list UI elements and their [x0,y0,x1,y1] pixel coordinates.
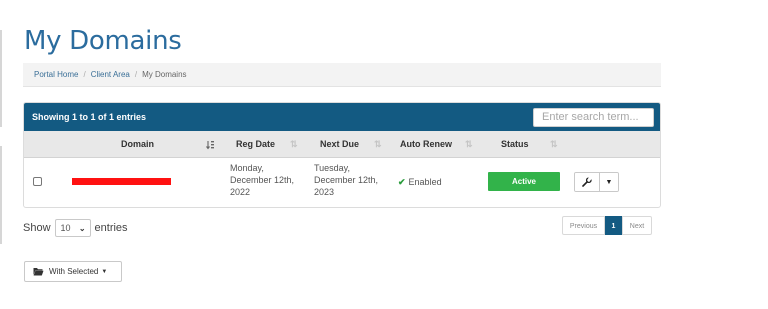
breadcrumb-separator: / [83,70,86,79]
pagination: Previous 1 Next [562,216,652,235]
check-icon: ✔ [398,177,406,187]
table-column-headers: Domain Reg Date ⇅ Next Due ⇅ Auto Renew … [24,131,660,158]
table-row[interactable]: Monday, December 12th, 2022 Tuesday, Dec… [24,158,660,206]
column-header-status[interactable]: Status [501,131,529,157]
breadcrumb: Portal Home / Client Area / My Domains [23,63,661,87]
breadcrumb-separator: / [134,70,138,79]
next-due-line: December 12th, [314,175,379,185]
next-due-cell: Tuesday, December 12th, 2023 [314,162,384,198]
sort-alpha-asc-icon[interactable] [206,131,215,157]
entries-per-page-select[interactable]: 10 ⌄ [54,219,91,237]
manage-domain-button[interactable] [575,173,600,191]
reg-date-line: Monday, [230,163,264,173]
row-actions-dropdown-button[interactable]: ▼ [600,173,618,191]
breadcrumb-client-area[interactable]: Client Area [91,70,130,79]
column-header-next-due[interactable]: Next Due [320,131,359,157]
caret-down-icon: ▼ [605,178,613,186]
column-header-domain[interactable]: Domain [121,131,154,157]
sort-icon[interactable]: ⇅ [550,131,558,157]
page-title: My Domains [24,26,182,56]
reg-date-line: December 12th, [230,175,295,185]
length-menu-prefix: Show [23,222,51,234]
length-menu: Show 10 ⌄ entries [23,218,128,238]
table-header-bar: Showing 1 to 1 of 1 entries [24,103,660,131]
reg-date-line: 2022 [230,187,251,197]
breadcrumb-portal-home[interactable]: Portal Home [34,70,78,79]
entries-per-page-value: 10 [60,223,71,233]
next-due-line: 2023 [314,187,335,197]
sort-icon[interactable]: ⇅ [290,131,298,157]
sort-icon[interactable]: ⇅ [465,131,473,157]
folder-open-icon [33,268,44,276]
search-input[interactable] [533,107,654,127]
chevron-down-icon: ⌄ [78,223,86,233]
pagination-previous[interactable]: Previous [562,216,605,235]
row-actions-group: ▼ [574,172,619,192]
pagination-page-current[interactable]: 1 [605,216,622,235]
wrench-icon [582,177,592,187]
caret-down-icon: ▼ [101,268,108,275]
left-border-line [0,146,2,244]
row-select-checkbox[interactable] [33,177,42,186]
auto-renew-cell: ✔ Enabled [398,176,442,188]
breadcrumb-current: My Domains [142,70,187,79]
domains-table-card: Showing 1 to 1 of 1 entries Domain Reg D… [23,102,661,208]
next-due-line: Tuesday, [314,163,351,173]
status-badge: Active [488,172,560,191]
column-header-auto-renew[interactable]: Auto Renew [400,131,452,157]
auto-renew-value: Enabled [408,177,442,187]
with-selected-label: With Selected [49,267,99,276]
domain-name-redacted[interactable] [72,178,171,185]
pagination-next[interactable]: Next [622,216,652,235]
entries-info: Showing 1 to 1 of 1 entries [32,112,147,122]
left-border-line [0,30,2,127]
sort-icon[interactable]: ⇅ [374,131,382,157]
with-selected-button[interactable]: With Selected ▼ [24,261,122,282]
column-header-reg-date[interactable]: Reg Date [236,131,275,157]
reg-date-cell: Monday, December 12th, 2022 [230,162,300,198]
length-menu-suffix: entries [94,222,128,234]
